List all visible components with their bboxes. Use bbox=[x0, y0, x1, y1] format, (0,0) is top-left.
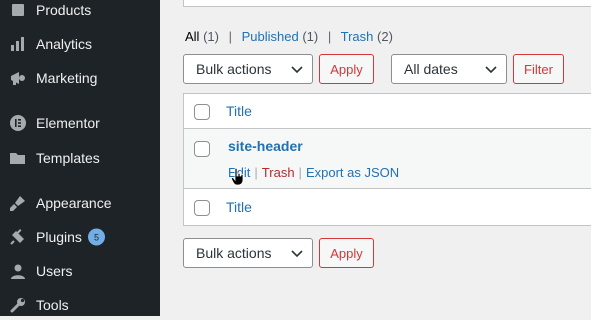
views-separator: | bbox=[228, 29, 232, 44]
chevron-down-icon bbox=[291, 245, 303, 261]
table-header-row: Title bbox=[184, 94, 591, 129]
filter-button[interactable]: Filter bbox=[513, 54, 564, 84]
sidebar-item-users[interactable]: Users bbox=[0, 256, 160, 286]
sidebar-item-plugins[interactable]: Plugins 5 bbox=[0, 222, 160, 252]
apply-button-top[interactable]: Apply bbox=[319, 54, 374, 84]
table-footer-row: Title bbox=[184, 189, 591, 226]
sidebar-item-analytics[interactable]: Analytics bbox=[0, 29, 160, 59]
select-all-checkbox[interactable] bbox=[194, 104, 210, 120]
row-title-link[interactable]: site-header bbox=[228, 138, 303, 154]
table-row: site-header Edit | Trash | Export as JSON bbox=[184, 129, 591, 189]
sidebar-item-label: Appearance bbox=[36, 195, 112, 211]
view-all-link[interactable]: All bbox=[185, 29, 199, 44]
bulk-actions-select-bottom[interactable]: Bulk actions bbox=[183, 238, 313, 268]
chevron-down-icon bbox=[291, 61, 303, 77]
views-separator: | bbox=[327, 29, 332, 44]
export-json-link[interactable]: Export as JSON bbox=[306, 165, 399, 180]
sidebar-item-label: Plugins bbox=[36, 229, 82, 245]
top-panel bbox=[183, 0, 591, 7]
views-filter: All (1) | Published (1) | Trash (2) bbox=[185, 29, 393, 44]
sidebar-item-label: Elementor bbox=[36, 115, 100, 131]
date-filter-value: All dates bbox=[404, 61, 458, 77]
hand-cursor-icon bbox=[231, 167, 245, 191]
sidebar-item-appearance[interactable]: Appearance bbox=[0, 188, 160, 218]
plug-icon bbox=[9, 228, 27, 246]
sidebar-item-elementor[interactable]: Elementor bbox=[0, 108, 160, 138]
date-filter-select[interactable]: All dates bbox=[391, 54, 507, 84]
bulk-actions-value: Bulk actions bbox=[196, 61, 272, 77]
paintbrush-icon bbox=[9, 194, 27, 212]
sidebar-item-label: Templates bbox=[36, 150, 100, 166]
products-icon bbox=[9, 1, 27, 19]
templates-table: Title site-header Edit | Trash | Export as J… bbox=[183, 93, 591, 226]
row-action-separator: | bbox=[254, 165, 258, 180]
chevron-down-icon bbox=[485, 61, 497, 77]
row-actions: Edit | Trash | Export as JSON bbox=[228, 165, 399, 180]
sidebar-item-marketing[interactable]: Marketing bbox=[0, 63, 160, 93]
apply-button-bottom[interactable]: Apply bbox=[319, 238, 374, 268]
trash-link[interactable]: Trash bbox=[262, 165, 295, 180]
sidebar-item-label: Users bbox=[36, 263, 73, 279]
user-icon bbox=[9, 262, 27, 280]
sidebar-item-label: Analytics bbox=[36, 36, 93, 52]
analytics-icon bbox=[9, 35, 27, 53]
sidebar-item-label: Products bbox=[36, 2, 92, 18]
bulk-actions-select-top[interactable]: Bulk actions bbox=[183, 54, 313, 84]
column-title-footer[interactable]: Title bbox=[226, 199, 252, 215]
view-trash-link[interactable]: Trash bbox=[341, 29, 374, 44]
plugins-update-badge: 5 bbox=[88, 228, 105, 246]
view-all-count: (1) bbox=[203, 29, 219, 44]
column-title-header[interactable]: Title bbox=[226, 103, 252, 119]
wrench-icon bbox=[9, 296, 27, 314]
admin-sidebar: Products Analytics Marketing Elementor T… bbox=[0, 0, 160, 316]
view-published-link[interactable]: Published bbox=[242, 29, 299, 44]
elementor-icon bbox=[9, 114, 27, 132]
folder-icon bbox=[9, 149, 27, 167]
row-action-separator: | bbox=[298, 165, 302, 180]
sidebar-item-templates[interactable]: Templates bbox=[0, 143, 160, 173]
sidebar-item-label: Marketing bbox=[36, 70, 98, 86]
sidebar-item-label: Tools bbox=[36, 297, 69, 313]
sidebar-item-products[interactable]: Products bbox=[0, 0, 160, 25]
bulk-actions-value: Bulk actions bbox=[196, 245, 272, 261]
view-trash-count: (2) bbox=[377, 29, 393, 44]
select-all-checkbox-footer[interactable] bbox=[194, 200, 210, 216]
row-checkbox[interactable] bbox=[194, 141, 210, 157]
view-published-count: (1) bbox=[302, 29, 319, 44]
marketing-icon bbox=[9, 69, 27, 87]
